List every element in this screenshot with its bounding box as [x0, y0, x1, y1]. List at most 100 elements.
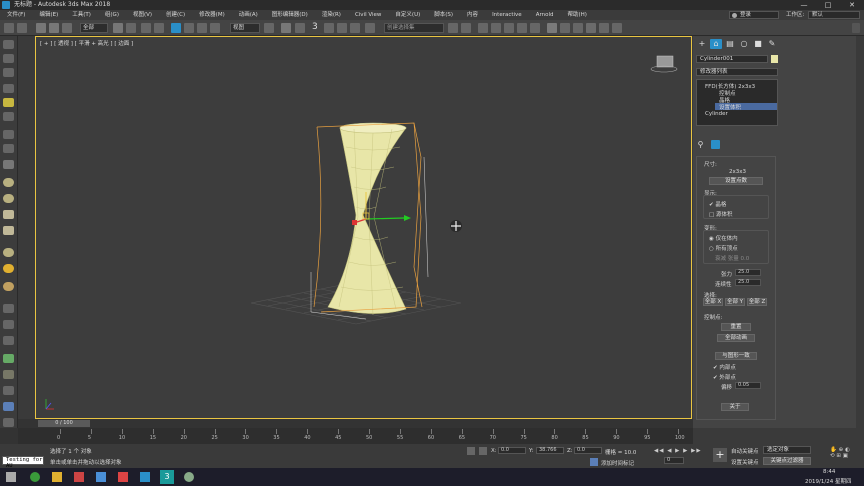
auto-key-button[interactable]: 自动关键点 — [731, 447, 759, 455]
angle-snap-icon[interactable] — [324, 23, 334, 33]
animate-all-button[interactable]: 全部动画 — [717, 334, 755, 342]
select-all-x-button[interactable]: 全部 X — [703, 298, 723, 306]
object-name-field[interactable]: Cylinder001 — [696, 55, 768, 63]
select-scale-icon[interactable] — [197, 23, 207, 33]
menu-scripting[interactable]: 脚本(S) — [427, 10, 460, 20]
app6-icon[interactable] — [140, 472, 150, 482]
about-button[interactable]: 关于 — [721, 403, 749, 411]
tool-23-icon[interactable] — [3, 418, 14, 427]
tool-20-icon[interactable] — [3, 370, 14, 379]
render-cloud-icon[interactable] — [599, 23, 609, 33]
redo-icon[interactable] — [17, 23, 27, 33]
utilities-tab-icon[interactable]: ✎ — [766, 39, 778, 49]
selected-objects-dropdown[interactable]: 选定对象 — [763, 446, 811, 454]
set-points-button[interactable]: 设置点数 — [709, 177, 763, 185]
toolbar-scroll-icon[interactable] — [852, 23, 860, 33]
add-time-tag[interactable]: 添加时间标记 — [601, 459, 634, 467]
y-coord-field[interactable]: 38.766 — [536, 447, 564, 454]
pin-stack-icon[interactable]: ⚲ — [696, 140, 705, 149]
menu-interactive[interactable]: Interactive — [485, 10, 529, 20]
motion-tab-icon[interactable]: ○ — [738, 39, 750, 49]
sun-icon[interactable] — [3, 248, 14, 257]
object-color-swatch[interactable] — [771, 55, 778, 63]
set-key-big-icon[interactable]: + — [713, 448, 727, 462]
z-coord-field[interactable]: 0.0 — [574, 447, 602, 454]
modify-tab-icon[interactable]: ⌂ — [710, 39, 722, 49]
conform-to-shape-button[interactable]: 与图形一致 — [715, 352, 757, 360]
snap-toggle-icon[interactable]: 3 — [312, 22, 318, 32]
render-production-icon[interactable] — [586, 23, 596, 33]
current-frame-field[interactable]: 0 — [664, 457, 684, 464]
hierarchy-tab-icon[interactable]: ▤ — [724, 39, 736, 49]
link-icon[interactable] — [36, 23, 46, 33]
modifier-list-dropdown[interactable]: 修改器列表 — [696, 68, 778, 76]
scene-explorer-icon[interactable] — [478, 23, 488, 33]
tool-6-icon[interactable] — [3, 112, 14, 121]
source-volume-checkbox[interactable]: □ 源体积 — [709, 210, 732, 218]
gear-icon[interactable] — [3, 264, 14, 273]
app8-icon[interactable] — [184, 472, 194, 482]
menu-tools[interactable]: 工具(T) — [65, 10, 98, 20]
bind-spacewarp-icon[interactable] — [62, 23, 72, 33]
select-object-icon[interactable] — [113, 23, 123, 33]
track-bar[interactable]: 0 5 10 15 20 25 30 35 40 45 50 55 60 65 70 75 80 85 90 95 10… — [18, 428, 693, 444]
select-move-icon[interactable] — [171, 23, 181, 33]
menu-help[interactable]: 帮助(H) — [561, 10, 594, 20]
time-slider[interactable]: 0 / 100 — [38, 420, 90, 427]
select-rotate-icon[interactable] — [184, 23, 194, 33]
light-icon[interactable] — [3, 98, 14, 107]
tool-9-icon[interactable] — [3, 160, 14, 169]
stack-item-cylinder[interactable]: Cylinder — [705, 111, 728, 117]
minimize-button[interactable]: — — [792, 0, 816, 10]
perspective-viewport[interactable]: [ + ] [ 透视 ] [ 平滑 + 高光 ] [ 边面 ] — [35, 36, 692, 419]
tool-17-icon[interactable] — [3, 320, 14, 329]
3dsmax-taskbar-icon[interactable]: 3 — [160, 470, 174, 484]
playback-controls[interactable]: ◀◀ ◀ ▶ ▶ ▶▶ — [654, 448, 714, 455]
place-icon[interactable] — [210, 23, 220, 33]
key-filters-button[interactable]: 关键点过滤器 — [763, 457, 811, 465]
explorer-icon[interactable] — [52, 472, 62, 482]
box-icon[interactable] — [3, 210, 14, 219]
stack-item-set-volume[interactable]: 设置体积 — [719, 103, 741, 111]
menu-graph-editors[interactable]: 图形编辑器(D) — [265, 10, 315, 20]
tool-18-icon[interactable] — [3, 336, 14, 345]
toggle-ribbon-icon[interactable] — [504, 23, 514, 33]
menu-views[interactable]: 视图(V) — [126, 10, 159, 20]
mini-curve-toggle[interactable] — [0, 428, 18, 444]
reference-coord-dropdown[interactable]: 视图 — [230, 23, 260, 33]
pivot-center-icon[interactable] — [264, 23, 274, 33]
viewport-navigation-icons[interactable]: ✋ ⊕ ◐ ⟲ ⊞ ▣ — [830, 447, 858, 465]
tool-21-icon[interactable] — [3, 386, 14, 395]
mirror-icon[interactable] — [448, 23, 458, 33]
window-crossing-icon[interactable] — [154, 23, 164, 33]
tool-8-icon[interactable] — [3, 144, 14, 153]
render-setup-icon[interactable] — [560, 23, 570, 33]
select-all-y-button[interactable]: 全部 Y — [725, 298, 745, 306]
workspace-dropdown[interactable]: 默认 — [808, 11, 860, 19]
absolute-mode-icon[interactable] — [479, 447, 487, 455]
tool-2-icon[interactable] — [3, 54, 14, 63]
maxscript-listener-field[interactable]: Testing for AU — [2, 456, 44, 469]
app5-icon[interactable] — [118, 472, 128, 482]
only-in-volume-radio[interactable]: ◉ 仅在体内 — [709, 234, 738, 242]
menu-arnold[interactable]: Arnold — [529, 10, 561, 20]
select-by-name-icon[interactable] — [126, 23, 136, 33]
percent-snap-icon[interactable] — [337, 23, 347, 33]
all-vertices-radio[interactable]: ○ 所有顶点 — [709, 244, 738, 252]
menu-content[interactable]: 内容 — [460, 10, 485, 20]
app4-icon[interactable] — [96, 472, 106, 482]
configure-sets-icon[interactable] — [753, 140, 762, 149]
outside-points-checkbox[interactable]: ✔ 外部点 — [713, 373, 736, 381]
panel-scrollbar[interactable] — [856, 36, 864, 428]
time-tag-icon[interactable] — [590, 458, 598, 466]
display-tab-icon[interactable]: ■ — [752, 39, 764, 49]
rendered-frame-window-icon[interactable] — [573, 23, 583, 33]
sphere-icon[interactable] — [3, 178, 14, 187]
menu-civil-view[interactable]: Civil View — [348, 10, 388, 20]
tool-1-icon[interactable] — [3, 40, 14, 49]
selection-filter-dropdown[interactable]: 全部 — [80, 23, 108, 33]
set-key-button[interactable]: 设置关键点 — [731, 458, 759, 466]
a360-icon[interactable] — [612, 23, 622, 33]
unlink-icon[interactable] — [49, 23, 59, 33]
plane-icon[interactable] — [3, 226, 14, 235]
